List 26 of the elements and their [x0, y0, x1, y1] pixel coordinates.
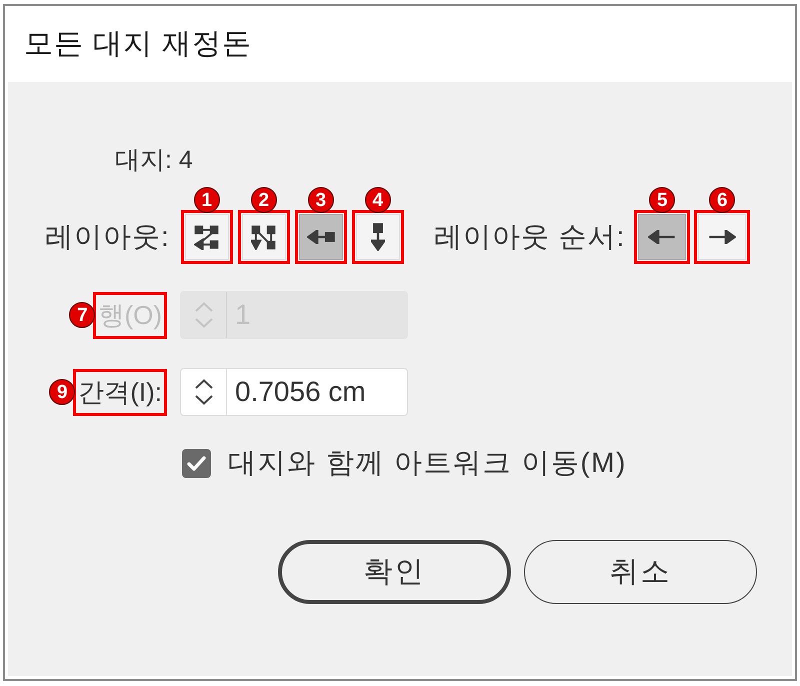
ok-button[interactable]: 확인 — [278, 540, 511, 604]
number-field[interactable]: 0.7056 cm — [180, 368, 408, 416]
layout-label: 레이아웃: — [45, 220, 170, 254]
number-badge: 2 — [250, 187, 277, 213]
window-title: 모든 대지 재정돈 — [24, 27, 252, 62]
number-badge: 1 — [194, 187, 220, 213]
number-badge: 4 — [364, 187, 391, 213]
number-badge: 3 — [308, 187, 334, 213]
number-badge: 5 — [649, 187, 676, 213]
zigzag-arrow-icon — [194, 224, 220, 250]
arrow-down-square-icon — [370, 223, 385, 251]
checkbox-label: 대지와 함께 아트워크 이동(M) — [228, 446, 627, 480]
number-badge: 9 — [49, 379, 76, 405]
arrow-right-icon — [708, 230, 736, 244]
chevron-down-icon[interactable] — [194, 395, 212, 405]
arrow-left-square-icon — [306, 230, 335, 244]
field-label: 간격(I): — [78, 376, 162, 408]
checkbox[interactable] — [182, 448, 211, 478]
number-badge: 6 — [709, 187, 736, 213]
artboard-count: 대지: 4 — [115, 145, 193, 175]
arrow-left-icon — [648, 230, 676, 244]
layout-order-label: 레이아웃 순서: — [434, 220, 626, 254]
number-badge: 7 — [69, 302, 96, 328]
n-shaped-arrow-icon — [251, 224, 276, 250]
chevron-up-icon[interactable] — [194, 379, 212, 389]
cancel-button[interactable]: 취소 — [524, 540, 757, 604]
